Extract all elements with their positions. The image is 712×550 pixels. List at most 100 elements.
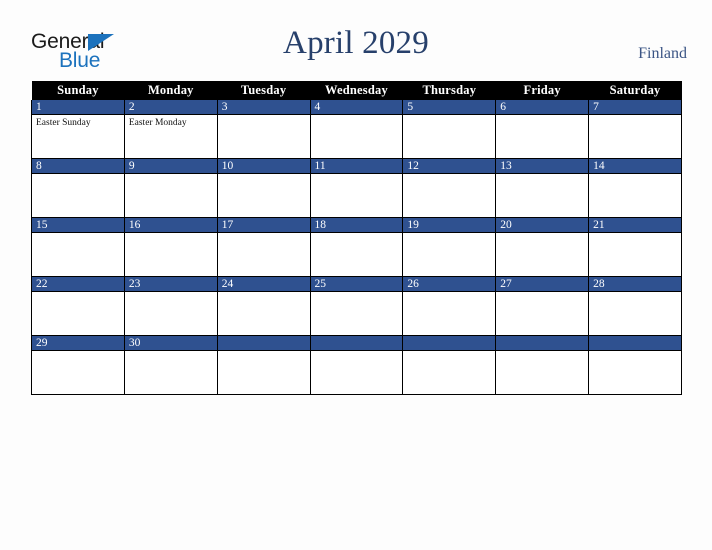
calendar-day-cell[interactable]: 27 bbox=[495, 276, 590, 336]
calendar-page: General Blue April 2029 Finland Sunday M… bbox=[0, 0, 712, 550]
weekday-header-tuesday: Tuesday bbox=[217, 81, 311, 100]
day-events bbox=[311, 115, 403, 117]
day-number: 23 bbox=[124, 277, 217, 292]
weekday-header-friday: Friday bbox=[495, 81, 589, 100]
calendar-day-cell[interactable]: 29 bbox=[31, 335, 125, 395]
day-events bbox=[32, 351, 124, 353]
calendar-day-cell[interactable]: 21 bbox=[588, 217, 682, 277]
day-number: 30 bbox=[124, 336, 217, 351]
day-number: 4 bbox=[310, 100, 403, 115]
calendar-day-cell[interactable] bbox=[216, 335, 311, 395]
calendar-day-cell[interactable]: 12 bbox=[402, 158, 497, 218]
calendar-day-cell[interactable]: 5 bbox=[402, 100, 497, 159]
calendar-day-cell[interactable]: 3 bbox=[216, 100, 311, 159]
day-number bbox=[217, 336, 310, 351]
calendar-day-cell[interactable]: 17 bbox=[216, 217, 311, 277]
day-events bbox=[311, 292, 403, 294]
day-number: 17 bbox=[217, 218, 310, 233]
day-events bbox=[589, 174, 681, 176]
calendar-day-cell[interactable]: 28 bbox=[588, 276, 682, 336]
day-number: 3 bbox=[217, 100, 310, 115]
weekday-header-saturday: Saturday bbox=[588, 81, 682, 100]
calendar-day-cell[interactable] bbox=[309, 335, 404, 395]
weekday-header-sunday: Sunday bbox=[31, 81, 125, 100]
day-number: 14 bbox=[589, 159, 681, 174]
day-events bbox=[311, 174, 403, 176]
calendar-week-row: 1 Easter Sunday 2 Easter Monday 3 4 5 6 7 bbox=[31, 100, 682, 159]
weekday-header-row: Sunday Monday Tuesday Wednesday Thursday… bbox=[31, 81, 682, 100]
calendar-day-cell[interactable]: 9 bbox=[123, 158, 218, 218]
day-number: 10 bbox=[217, 159, 310, 174]
holiday-label: Easter Monday bbox=[128, 118, 187, 128]
calendar-week-row: 8 9 10 11 12 13 14 bbox=[31, 158, 682, 218]
day-number: 8 bbox=[32, 159, 124, 174]
calendar-day-cell[interactable]: 20 bbox=[495, 217, 590, 277]
calendar-day-cell[interactable]: 15 bbox=[31, 217, 125, 277]
day-events bbox=[403, 292, 495, 294]
day-number bbox=[310, 336, 403, 351]
day-events bbox=[589, 115, 681, 117]
day-events bbox=[218, 233, 310, 235]
calendar-body: 1 Easter Sunday 2 Easter Monday 3 4 5 6 7 8 9 10 11 1… bbox=[31, 100, 682, 395]
day-events bbox=[496, 174, 588, 176]
day-events bbox=[125, 174, 217, 176]
day-events bbox=[589, 292, 681, 294]
calendar-day-cell[interactable]: 22 bbox=[31, 276, 125, 336]
calendar-day-cell[interactable]: 8 bbox=[31, 158, 125, 218]
calendar-day-cell[interactable]: 7 bbox=[588, 100, 682, 159]
day-events bbox=[496, 292, 588, 294]
day-events bbox=[32, 292, 124, 294]
day-number: 13 bbox=[496, 159, 589, 174]
day-number: 20 bbox=[496, 218, 589, 233]
day-number bbox=[403, 336, 496, 351]
day-events bbox=[496, 233, 588, 235]
day-number: 9 bbox=[124, 159, 217, 174]
day-events bbox=[32, 233, 124, 235]
calendar-day-cell[interactable]: 23 bbox=[123, 276, 218, 336]
weekday-header-monday: Monday bbox=[124, 81, 218, 100]
day-events: Easter Monday bbox=[125, 115, 217, 129]
calendar-day-cell[interactable]: 1 Easter Sunday bbox=[31, 100, 125, 159]
day-number: 15 bbox=[32, 218, 124, 233]
calendar-day-cell[interactable]: 14 bbox=[588, 158, 682, 218]
calendar-day-cell[interactable]: 4 bbox=[309, 100, 404, 159]
calendar-day-cell[interactable] bbox=[495, 335, 590, 395]
day-number: 26 bbox=[403, 277, 496, 292]
month-calendar-grid: Sunday Monday Tuesday Wednesday Thursday… bbox=[31, 81, 682, 395]
day-number: 18 bbox=[310, 218, 403, 233]
calendar-day-cell[interactable]: 6 bbox=[495, 100, 590, 159]
calendar-day-cell[interactable]: 26 bbox=[402, 276, 497, 336]
day-events bbox=[496, 115, 588, 117]
weekday-header-wednesday: Wednesday bbox=[310, 81, 403, 100]
day-events bbox=[125, 351, 217, 353]
day-number: 12 bbox=[403, 159, 496, 174]
page-header: General Blue April 2029 Finland bbox=[0, 0, 712, 80]
calendar-day-cell[interactable]: 25 bbox=[309, 276, 404, 336]
calendar-day-cell[interactable]: 10 bbox=[216, 158, 311, 218]
calendar-day-cell[interactable]: 13 bbox=[495, 158, 590, 218]
day-number: 16 bbox=[124, 218, 217, 233]
day-events bbox=[403, 174, 495, 176]
holiday-label: Easter Sunday bbox=[36, 118, 91, 128]
calendar-day-cell[interactable]: 18 bbox=[309, 217, 404, 277]
calendar-day-cell[interactable]: 2 Easter Monday bbox=[123, 100, 218, 159]
day-events bbox=[311, 233, 403, 235]
calendar-day-cell[interactable]: 19 bbox=[402, 217, 497, 277]
day-number: 11 bbox=[310, 159, 403, 174]
day-number: 28 bbox=[589, 277, 681, 292]
day-number: 6 bbox=[496, 100, 589, 115]
day-number: 5 bbox=[403, 100, 496, 115]
calendar-day-cell[interactable] bbox=[402, 335, 497, 395]
calendar-day-cell[interactable]: 30 bbox=[123, 335, 218, 395]
day-number: 27 bbox=[496, 277, 589, 292]
calendar-day-cell[interactable]: 24 bbox=[216, 276, 311, 336]
calendar-day-cell[interactable]: 11 bbox=[309, 158, 404, 218]
day-events bbox=[403, 351, 495, 353]
day-number: 29 bbox=[32, 336, 124, 351]
country-label: Finland bbox=[638, 45, 687, 62]
calendar-day-cell[interactable]: 16 bbox=[123, 217, 218, 277]
day-events bbox=[125, 292, 217, 294]
calendar-week-row: 22 23 24 25 26 27 28 bbox=[31, 276, 682, 336]
calendar-day-cell[interactable] bbox=[588, 335, 682, 395]
day-events bbox=[311, 351, 403, 353]
